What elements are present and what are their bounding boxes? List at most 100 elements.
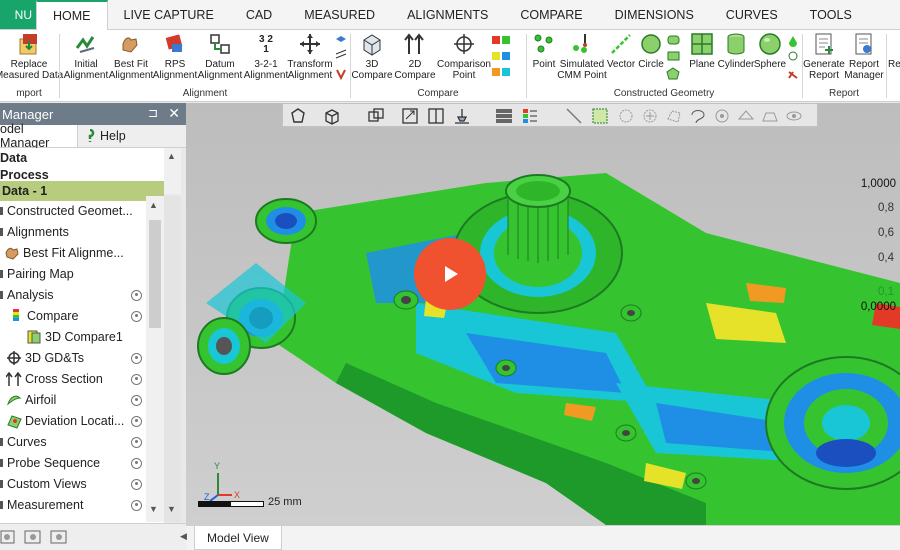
alignment-small-tools-icon[interactable] — [334, 34, 348, 84]
point-button[interactable]: Point — [528, 32, 560, 86]
visibility-icon[interactable] — [131, 352, 142, 364]
pin-icon[interactable]: ⊐ — [148, 106, 158, 120]
scroll-up-icon[interactable]: ▲ — [149, 200, 158, 210]
tree-item-pairing-map[interactable]: Pairing Map — [0, 264, 164, 284]
geometry-small-tools-icon[interactable] — [666, 34, 682, 84]
lasso-select-icon[interactable] — [689, 107, 707, 125]
initial-alignment-button[interactable]: Initial Alignment — [62, 32, 110, 86]
scroll-down-icon[interactable]: ▼ — [149, 504, 158, 514]
line-select-icon[interactable] — [565, 107, 583, 125]
tree-item-cross-section[interactable]: Cross Section — [0, 369, 164, 389]
color-legend-icon[interactable] — [521, 107, 539, 125]
visibility-icon[interactable] — [131, 394, 142, 406]
panel-scrollbar[interactable]: ▼ — [164, 196, 181, 522]
visibility-icon[interactable] — [131, 436, 142, 448]
tab-compare[interactable]: COMPARE — [504, 0, 598, 29]
report-manager-button[interactable]: Report Manager — [844, 32, 884, 86]
tree-item-probe-sequence[interactable]: Probe Sequence — [0, 453, 164, 473]
3d-viewport[interactable]: 1,0000 0,8 0,6 0,4 0,1 0,0000 Y X Z 25 m… — [186, 103, 900, 525]
tab-home[interactable]: HOME — [36, 0, 108, 30]
visibility-icon[interactable] — [131, 457, 142, 469]
tree-item-3d-compare1[interactable]: 3D Compare1 — [0, 327, 164, 347]
replace-measured-data-button[interactable]: Replace Measured Data — [0, 32, 63, 86]
visibility-icon[interactable] — [131, 310, 142, 322]
tab-tools[interactable]: TOOLS — [794, 0, 868, 29]
shape-select-icon[interactable] — [289, 107, 307, 125]
vector-button[interactable]: Vector — [604, 32, 638, 86]
generate-report-button[interactable]: Generate Report — [803, 32, 845, 86]
scroll-down-icon[interactable]: ▼ — [167, 504, 176, 514]
circle-select-icon-2[interactable] — [641, 107, 659, 125]
cut-off-ribbon-button[interactable]: Reg — [888, 32, 900, 86]
surface-select-icon[interactable] — [737, 107, 755, 125]
tree-item-alignments[interactable]: Alignments — [0, 222, 164, 242]
box-select-icon[interactable] — [591, 107, 609, 125]
paint-select-icon[interactable] — [713, 107, 731, 125]
bottom-tool-icon[interactable] — [50, 528, 68, 546]
transform-alignment-button[interactable]: Transform Alignment — [287, 32, 333, 86]
tab-live-capture[interactable]: LIVE CAPTURE — [108, 0, 230, 29]
tree-scrollbar[interactable]: ▲ ▼ — [146, 196, 164, 522]
tree-item-3d-gdts[interactable]: 3D GD&Ts — [0, 348, 164, 368]
visibility-icon[interactable] — [131, 373, 142, 385]
tree-item-constructed-geometry[interactable]: Constructed Geomet... — [0, 201, 164, 221]
bottom-tool-icon[interactable] — [0, 528, 16, 546]
2d-compare-button[interactable]: 2D Compare — [392, 32, 438, 86]
tree-item-custom-views[interactable]: Custom Views — [0, 474, 164, 494]
scan-head-icon[interactable] — [453, 107, 471, 125]
sphere-button[interactable]: Sphere — [754, 32, 786, 86]
plane-button[interactable]: Plane — [686, 32, 718, 86]
expand-icon — [0, 438, 3, 446]
tree-item-best-fit-alignment[interactable]: Best Fit Alignme... — [0, 243, 164, 263]
tree-item-curves[interactable]: Curves — [0, 432, 164, 452]
tree-item-deviation-location[interactable]: Deviation Locati... — [0, 411, 164, 431]
feature-select-icon[interactable] — [761, 107, 779, 125]
simulated-cmm-point-button[interactable]: Simulated CMM Point — [557, 32, 607, 86]
cylinder-button[interactable]: Cylinder — [716, 32, 756, 86]
scroll-up-icon[interactable]: ▲ — [167, 151, 176, 161]
flip-icon[interactable] — [401, 107, 419, 125]
tab-alignments[interactable]: ALIGNMENTS — [391, 0, 504, 29]
visibility-icon[interactable] — [131, 499, 142, 511]
visibility-icon[interactable] — [131, 415, 142, 427]
replace-label-1: Replace — [10, 59, 48, 70]
visibility-icon[interactable] — [131, 478, 142, 490]
datum-alignment-button[interactable]: Datum Alignment — [196, 32, 244, 86]
visible-select-icon[interactable] — [785, 107, 803, 125]
circle-button[interactable]: Circle — [636, 32, 666, 86]
comparison-point-button[interactable]: Comparison Point — [437, 32, 491, 86]
tab-model-view[interactable]: Model View — [194, 526, 282, 550]
three-two-one-alignment-button[interactable]: 3 2 1 3-2-1 Alignment — [242, 32, 290, 86]
tree-item-compare[interactable]: Compare — [0, 306, 164, 326]
visibility-icon[interactable] — [131, 289, 142, 301]
geometry-extra-tools-icon[interactable] — [786, 34, 800, 84]
tab-measured[interactable]: MEASURED — [288, 0, 391, 29]
tree-item-airfoil[interactable]: Airfoil — [0, 390, 164, 410]
compare-small-tools-icon[interactable] — [490, 34, 520, 84]
3d-model-render[interactable] — [186, 103, 900, 525]
tab-curves[interactable]: CURVES — [710, 0, 794, 29]
tile-view-icon[interactable] — [495, 107, 513, 125]
circle-select-icon[interactable] — [617, 107, 635, 125]
tree-item-measurement[interactable]: Measurement — [0, 495, 164, 515]
tab-scroll-left-icon[interactable]: ◀ — [180, 531, 187, 542]
bottom-tool-icon[interactable] — [24, 528, 42, 546]
3d-compare-button[interactable]: 3D Compare — [351, 32, 393, 86]
video-play-button[interactable] — [414, 238, 486, 310]
tree-item-data-1[interactable]: Data - 1 — [0, 181, 164, 201]
tab-cad[interactable]: CAD — [230, 0, 288, 29]
tree-item-analysis[interactable]: Analysis — [0, 285, 164, 305]
view-cube-icon[interactable] — [323, 107, 341, 125]
polygon-select-icon[interactable] — [665, 107, 683, 125]
scrollbar-thumb[interactable] — [149, 220, 161, 328]
split-view-icon[interactable] — [427, 107, 445, 125]
application-menu-button[interactable]: NU — [0, 0, 36, 29]
tab-dimensions[interactable]: DIMENSIONS — [599, 0, 710, 29]
perspective-icon[interactable] — [367, 107, 385, 125]
tab-model-manager[interactable]: odel Manager — [0, 122, 78, 150]
tree-scrollbar-top[interactable]: ▲ — [164, 148, 181, 194]
rps-alignment-button[interactable]: RPS Alignment — [152, 32, 198, 86]
best-fit-alignment-button[interactable]: Best Fit Alignment — [108, 32, 154, 86]
tab-help[interactable]: Help — [78, 125, 132, 147]
close-icon[interactable]: ✕ — [168, 105, 180, 122]
